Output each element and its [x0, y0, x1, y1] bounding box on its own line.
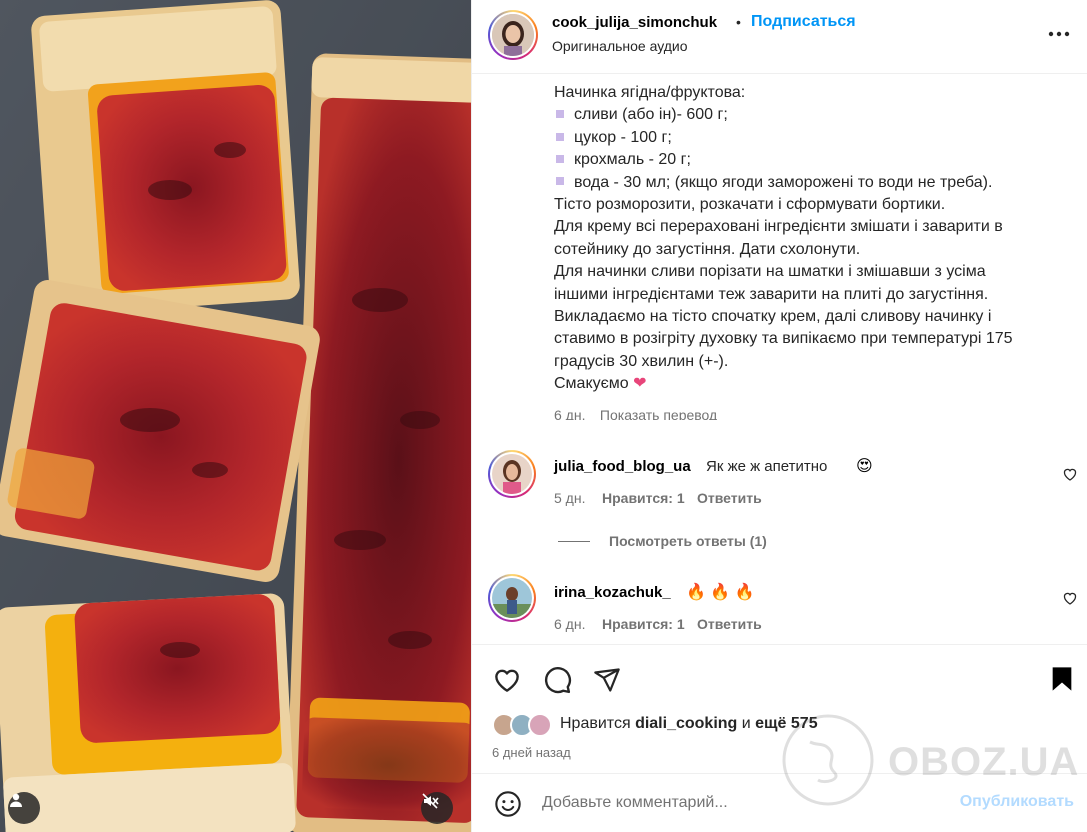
liker-avatar — [528, 713, 552, 737]
caption-meta: 6 дн. Показать перевод — [554, 404, 1074, 420]
caption-line: Викладаємо на тісто спочатку крем, далі … — [554, 308, 992, 326]
comment-time[interactable]: 5 дн. — [554, 490, 585, 506]
caption-text: сливи (або ін)- 600 г; — [574, 106, 728, 124]
user-icon — [10, 793, 22, 807]
commenter-photo — [492, 454, 532, 494]
caption-line: Начинка ягідна/фруктова: — [554, 84, 746, 101]
commenter-avatar[interactable] — [488, 450, 536, 498]
caption-line: Тісто розморозити, розкачати і сформуват… — [554, 196, 946, 214]
caption-line: градусів 30 хвилин (+-). — [554, 352, 729, 370]
speaker-muted-icon — [422, 793, 439, 809]
post-media[interactable] — [0, 0, 471, 832]
heart-emoji: ❤ — [633, 375, 647, 393]
caption-line: іншими інгредієнтами теж заварити на пли… — [554, 285, 989, 303]
author-photo — [492, 14, 534, 56]
comment-likes[interactable]: Нравится: 1 — [602, 490, 685, 506]
view-replies-label: Посмотреть ответы (1) — [609, 533, 767, 549]
caption-line: ставимо в розігріту духовку та випікаємо… — [554, 330, 1013, 348]
commenter-username[interactable]: julia_food_blog_ua — [554, 458, 691, 475]
comment-like-icon[interactable] — [1062, 590, 1078, 606]
watermark: OBOZ.UA — [780, 714, 1080, 806]
comment-reply-button[interactable]: Ответить — [697, 490, 762, 506]
caption-text: вода - 30 мл; (якщо ягоди заморожені то … — [574, 173, 993, 191]
comment-emoji: 🔥 🔥 🔥 — [686, 584, 755, 601]
caption-bullet-line: цукор - 100 г; — [554, 127, 1074, 149]
likes-prefix: Нравится — [560, 715, 631, 732]
caption-line: Для крему всі перераховані інгредієнти з… — [554, 218, 1003, 236]
commenter-photo — [492, 578, 532, 618]
watermark-text: OBOZ.UA — [888, 740, 1080, 784]
more-horizontal-icon — [1048, 31, 1070, 37]
bullet-icon — [556, 177, 564, 186]
audio-label[interactable]: Оригинальное аудио — [552, 38, 688, 54]
globe-logo-icon — [782, 714, 874, 806]
follow-button[interactable]: Подписаться — [751, 13, 856, 31]
caption-bullet-line: крохмаль - 20 г; — [554, 149, 1074, 171]
bullet-icon — [556, 154, 564, 163]
view-replies-button[interactable]: Посмотреть ответы (1) — [558, 532, 878, 552]
comment-emoji: 😍 — [856, 458, 873, 475]
commenter-username[interactable]: irina_kozachuk_ — [554, 584, 671, 601]
comment-item: julia_food_blog_ua Як же ж апетитно 😍 5 … — [472, 448, 1087, 508]
replies-divider — [558, 541, 590, 542]
more-options-button[interactable] — [1046, 24, 1072, 44]
share-icon[interactable] — [593, 666, 621, 694]
likes-summary: Нравится diali_cooking и ещё 575 — [560, 715, 818, 733]
caption-line: сотейнику до загустіння. Дати схолонути. — [554, 240, 861, 258]
likes-avatars[interactable] — [492, 713, 554, 739]
comment-like-icon[interactable] — [1062, 466, 1078, 482]
caption-text: Смакуємо — [554, 375, 629, 393]
post-caption: Начинка ягідна/фруктова: сливи (або ін)-… — [554, 82, 1074, 420]
caption-time[interactable]: 6 дн. — [554, 407, 585, 420]
bullet-icon — [556, 132, 564, 141]
liker-username[interactable]: diali_cooking — [635, 715, 737, 732]
mute-button[interactable] — [421, 792, 453, 824]
bookmark-icon[interactable] — [1049, 665, 1075, 693]
heart-icon[interactable] — [492, 665, 522, 695]
caption-bullet-line: вода - 30 мл; (якщо ягоди заморожені то … — [554, 172, 1074, 194]
commenter-avatar[interactable] — [488, 574, 536, 622]
post-header: cook_julija_simonchuk • Подписаться Ориг… — [472, 0, 1087, 74]
post-timestamp[interactable]: 6 дней назад — [492, 745, 571, 760]
comment-time[interactable]: 6 дн. — [554, 616, 585, 632]
author-username[interactable]: cook_julija_simonchuk — [552, 14, 717, 31]
caption-line: Для начинки сливи порізати на шматки і з… — [554, 263, 986, 281]
caption-bullet-line: сливи (або ін)- 600 г; — [554, 104, 1074, 126]
translate-link[interactable]: Показать перевод — [600, 407, 717, 420]
pastry-photo — [0, 0, 471, 832]
comment-text: Як же ж апетитно — [706, 458, 828, 475]
caption-text: крохмаль - 20 г; — [574, 151, 691, 169]
likes-and: и — [741, 715, 751, 732]
comment-likes[interactable]: Нравится: 1 — [602, 616, 685, 632]
caption-text: цукор - 100 г; — [574, 128, 672, 146]
post-panel: cook_julija_simonchuk • Подписаться Ориг… — [471, 0, 1087, 832]
profile-tag-button[interactable] — [8, 792, 40, 824]
caption-scroll-area[interactable]: Начинка ягідна/фруктова: сливи (або ін)-… — [472, 75, 1087, 420]
comment-reply-button[interactable]: Ответить — [697, 616, 762, 632]
header-separator: • — [736, 14, 741, 30]
smiley-icon[interactable] — [494, 790, 522, 818]
comment-icon[interactable] — [542, 665, 572, 695]
bullet-icon — [556, 110, 564, 119]
comment-item: irina_kozachuk_ 🔥 🔥 🔥 6 дн. Нравится: 1 … — [472, 574, 1087, 634]
author-avatar[interactable] — [488, 10, 538, 60]
caption-line: Смакуємо ❤ — [554, 373, 1074, 395]
